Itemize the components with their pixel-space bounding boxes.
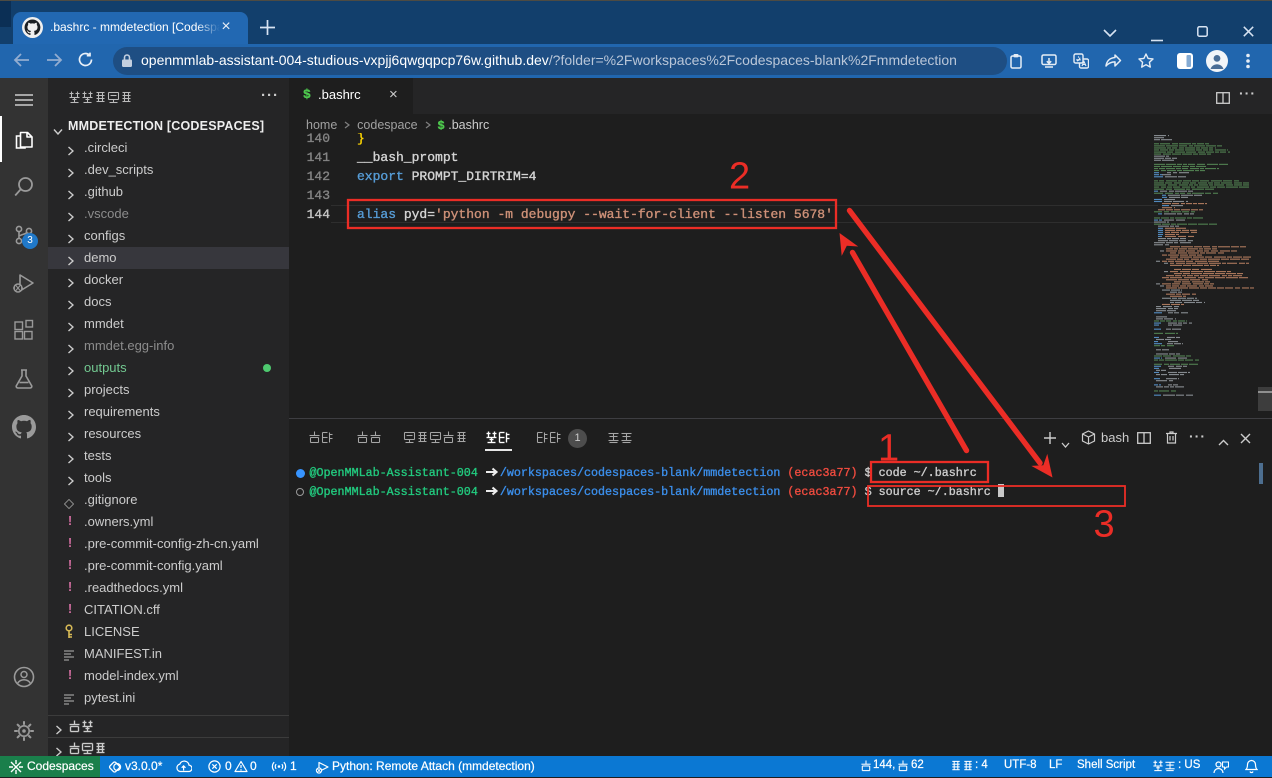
svg-text:3: 3 [1094, 504, 1115, 546]
svg-text:1: 1 [878, 428, 899, 470]
svg-text:2: 2 [729, 156, 750, 198]
